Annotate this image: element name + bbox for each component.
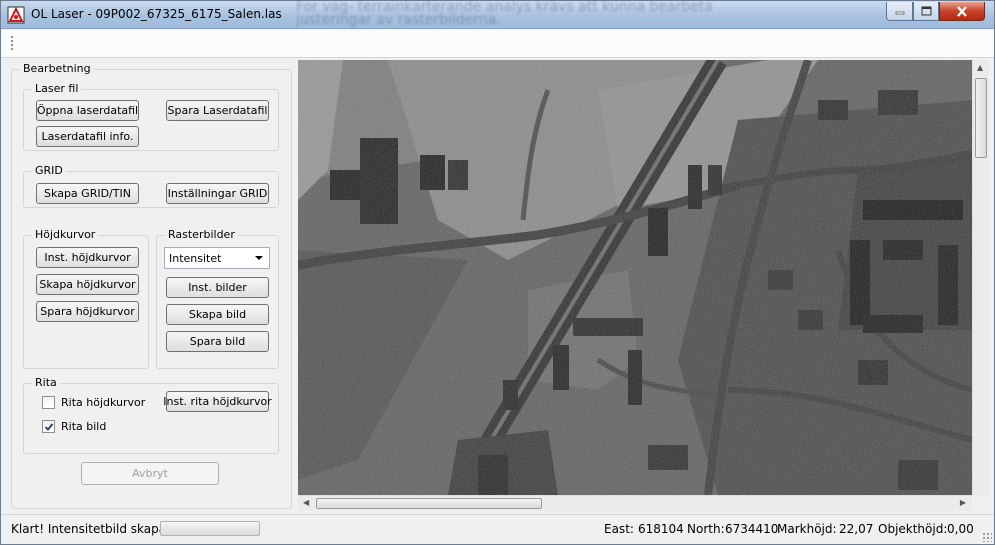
create-grid-button[interactable]: Skapa GRID/TIN <box>36 183 139 204</box>
maximize-button[interactable] <box>913 2 939 21</box>
scrollbar-corner <box>972 495 989 511</box>
north-label: North: <box>687 522 725 536</box>
save-image-button[interactable]: Spara bild <box>166 331 269 352</box>
image-settings-button[interactable]: Inst. bilder <box>166 277 269 298</box>
raster-type-select[interactable]: Intensitet <box>164 247 270 269</box>
draw-contours-label: Rita höjdkurvor <box>61 396 146 409</box>
vertical-scrollbar[interactable]: ▲ <box>972 60 989 495</box>
background-window-text: För väg- terrainkarterande analys krävs … <box>296 1 713 28</box>
group-laserfil-title: Laser fil <box>32 82 82 95</box>
chevron-down-icon <box>255 256 263 260</box>
draw-image-label: Rita bild <box>61 420 107 433</box>
group-grid-title: GRID <box>32 164 66 177</box>
objekthojd-label: Objekthöjd: <box>878 522 948 536</box>
maximize-icon <box>921 6 931 16</box>
laser-app-icon <box>7 6 25 24</box>
contour-settings-button[interactable]: Inst. höjdkurvor <box>36 247 139 268</box>
checkmark-icon <box>44 422 53 431</box>
draw-contours-checkbox[interactable]: Rita höjdkurvor <box>42 396 145 409</box>
open-laserfile-button[interactable]: Öppna laserdatafil <box>36 100 139 121</box>
app-window: För väg- terrainkarterande analys krävs … <box>0 0 995 545</box>
minimize-button[interactable] <box>886 2 913 21</box>
horizontal-scrollbar[interactable]: ◀ ▶ <box>298 495 972 511</box>
scroll-left-icon[interactable]: ◀ <box>303 498 309 507</box>
group-rita-title: Rita <box>32 376 60 389</box>
east-label: East: <box>604 522 634 536</box>
window-title: OL Laser - 09P002_67325_6175_Salen.las <box>31 7 282 21</box>
horizontal-scroll-thumb[interactable] <box>316 498 542 509</box>
scroll-right-icon[interactable]: ▶ <box>960 498 966 507</box>
scroll-up-icon[interactable]: ▲ <box>977 63 983 72</box>
toolbar <box>1 30 994 58</box>
draw-contours-settings-button[interactable]: Inst. rita höjdkurvor <box>163 391 272 412</box>
close-button[interactable] <box>939 2 985 21</box>
group-hojdkurvor-title: Höjdkurvor <box>32 228 99 241</box>
intensity-raster-image <box>298 60 972 495</box>
progress-bar <box>160 521 260 536</box>
grid-settings-button[interactable]: Inställningar GRID <box>166 183 269 204</box>
raster-type-value: Intensitet <box>169 252 222 265</box>
draw-contours-checkbox-box[interactable] <box>42 396 55 409</box>
create-contours-button[interactable]: Skapa höjdkurvor <box>36 274 139 295</box>
group-rasterbilder-title: Rasterbilder <box>165 228 238 241</box>
laserfile-info-button[interactable]: Laserdatafil info. <box>36 126 139 147</box>
save-contours-button[interactable]: Spara höjdkurvor <box>36 301 139 322</box>
raster-image-view[interactable] <box>298 60 972 495</box>
status-message: Klart! Intensitetbild skapad. <box>11 522 178 536</box>
toolbar-grip[interactable] <box>10 35 14 52</box>
markhojd-value: 22,07 <box>839 522 874 536</box>
status-bar: Klart! Intensitetbild skapad. East: 6181… <box>1 514 994 544</box>
cancel-button[interactable]: Avbryt <box>81 462 219 485</box>
group-bearbetning-title: Bearbetning <box>20 62 94 75</box>
draw-image-checkbox[interactable]: Rita bild <box>42 420 106 433</box>
processing-panel: Bearbetning Laser fil Öppna laserdatafil… <box>9 61 294 511</box>
objekthojd-value: 0,00 <box>947 522 974 536</box>
draw-image-checkbox-box[interactable] <box>42 420 55 433</box>
resize-grip[interactable] <box>982 532 992 542</box>
markhojd-label: Markhöjd: <box>777 522 837 536</box>
east-value: 618104 <box>638 522 684 536</box>
create-image-button[interactable]: Skapa bild <box>166 304 269 325</box>
minimize-icon <box>895 11 904 15</box>
title-bar[interactable]: För väg- terrainkarterande analys krävs … <box>1 1 994 29</box>
close-icon <box>957 5 967 17</box>
save-laserfile-button[interactable]: Spara Laserdatafil <box>166 100 269 121</box>
vertical-scroll-thumb[interactable] <box>975 78 987 158</box>
north-value: 6734410 <box>725 522 779 536</box>
